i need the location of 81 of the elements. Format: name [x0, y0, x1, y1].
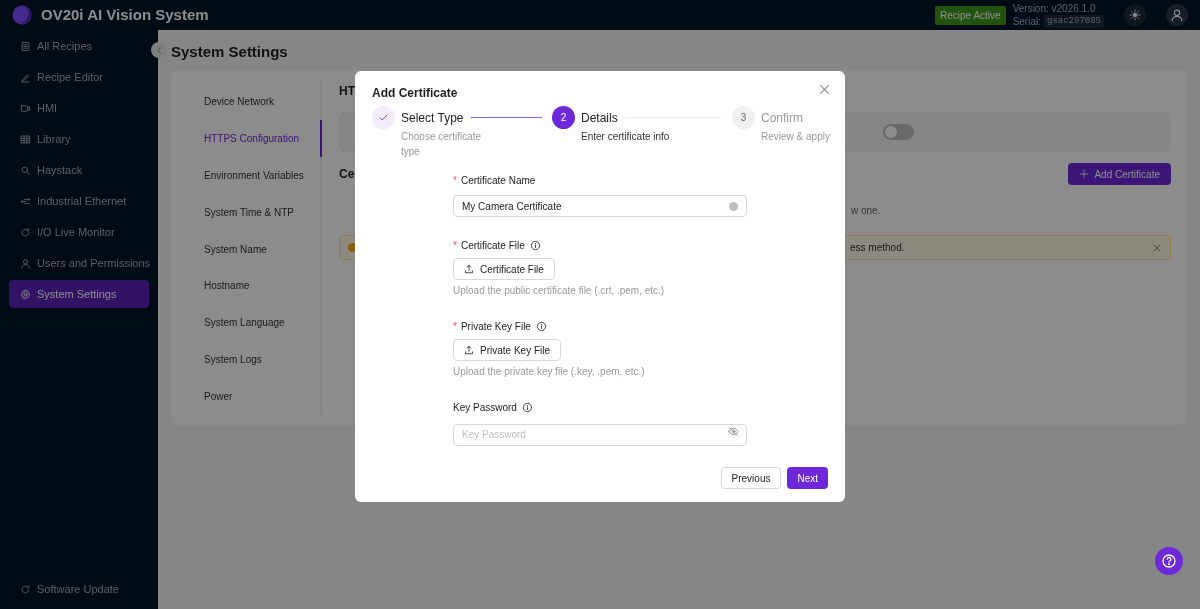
step-title: Confirm [761, 109, 803, 127]
sidebar-item[interactable]: Users and Permissions [9, 249, 149, 277]
field-hint: Upload the private key file (.key, .pem, etc.) [453, 365, 646, 379]
settings-nav-item[interactable]: Hostname [171, 267, 322, 305]
upload-icon [464, 264, 474, 274]
serial-number: gsac297085 [1044, 15, 1104, 28]
step-indicator: 2 [552, 106, 575, 129]
toggle-switch[interactable] [883, 124, 914, 140]
dialog-title: Add Certificate [372, 85, 458, 102]
settings-nav-item[interactable]: Device Network [171, 83, 322, 120]
upload-button[interactable]: Certificate File [453, 258, 555, 280]
step-indicator: 3 [732, 106, 755, 129]
settings-nav-item[interactable]: System Time & NTP [171, 193, 322, 231]
app-title: OV20i AI Vision System [41, 4, 209, 25]
page-title: System Settings [171, 42, 289, 61]
eye-off-icon [728, 426, 739, 437]
sidebar-item[interactable]: I/O Live Monitor [9, 218, 149, 246]
certificate-name-field[interactable]: My Camera Certificate [453, 195, 747, 217]
sidebar-item[interactable]: All Recipes [9, 32, 149, 60]
next-button[interactable]: Next [787, 467, 828, 489]
chevron-left-icon [154, 45, 164, 55]
settings-nav-item[interactable]: HTTPS Configuration [171, 119, 322, 157]
grid-icon [20, 133, 31, 145]
step-title: Details [581, 109, 618, 127]
required-mark: * [453, 319, 457, 334]
previous-button[interactable]: Previous [720, 467, 782, 489]
close-button[interactable] [818, 82, 831, 96]
gear-icon [20, 288, 31, 300]
required-mark: * [453, 173, 457, 188]
empty-state-text: w one. [851, 205, 881, 216]
sidebar-item[interactable]: System Settings [9, 280, 149, 308]
settings-nav-item[interactable]: Power [171, 378, 322, 415]
section-heading: HT [339, 83, 355, 96]
check-icon [378, 112, 389, 123]
camera-icon [20, 102, 31, 114]
user-icon [20, 257, 31, 269]
logo-icon [12, 5, 32, 25]
field-label: Private Key File [460, 319, 531, 334]
field-label: Key Password [453, 400, 517, 415]
step-description: Choose certificate type [401, 130, 483, 159]
step-description: Enter certificate info [581, 130, 671, 144]
password-field[interactable]: Key Password [453, 423, 747, 446]
version-text: Version: v2026.1.0 [1012, 2, 1097, 15]
upload-button[interactable]: Private Key File [453, 339, 562, 361]
field-label: Certificate Name [460, 173, 536, 188]
pencil-icon [20, 71, 31, 83]
sidebar-item[interactable]: Haystack [9, 156, 149, 184]
settings-nav-item[interactable]: System Logs [171, 341, 322, 379]
step-description: Review & apply [761, 130, 831, 144]
sidebar-item[interactable]: Industrial Ethernet [9, 187, 149, 215]
status-badge: Recipe Active [935, 5, 1006, 25]
refresh-icon [20, 583, 31, 595]
user-icon [1170, 8, 1184, 22]
alert-text: ess method. [850, 241, 905, 255]
collapse-sidebar-button[interactable] [151, 42, 167, 58]
list-icon [20, 40, 31, 52]
settings-nav-item[interactable]: System Name [171, 230, 322, 268]
step-title: Select Type [401, 109, 464, 127]
plus-icon [1079, 169, 1090, 179]
upload-icon [464, 345, 474, 355]
sidebar-item[interactable]: Recipe Editor [9, 63, 149, 91]
close-icon [818, 82, 831, 96]
serial-label: Serial: [1012, 15, 1041, 28]
field-hint: Upload the public certificate file (.crt, .pem, etc.) [453, 284, 666, 298]
theme-toggle-button[interactable] [1124, 4, 1146, 26]
close-icon [1152, 242, 1162, 253]
add-certificate-button[interactable]: Add Certificate [1068, 163, 1171, 185]
help-icon [1161, 553, 1177, 569]
sidebar-item[interactable]: HMI [9, 94, 149, 122]
user-avatar-button[interactable] [1166, 4, 1188, 26]
field-label: Certificate File [460, 238, 525, 253]
software-update-link[interactable]: Software Update [9, 577, 149, 601]
settings-nav-item[interactable]: Environment Variables [171, 156, 322, 194]
section-heading: Ce [339, 166, 355, 183]
search-icon [20, 164, 31, 176]
settings-nav-item[interactable]: System Language [171, 304, 322, 342]
sidebar-item[interactable]: Library [9, 125, 149, 153]
required-mark: * [453, 238, 457, 253]
refresh-icon [20, 226, 31, 238]
sun-icon [1129, 9, 1141, 21]
network-icon [20, 195, 31, 207]
